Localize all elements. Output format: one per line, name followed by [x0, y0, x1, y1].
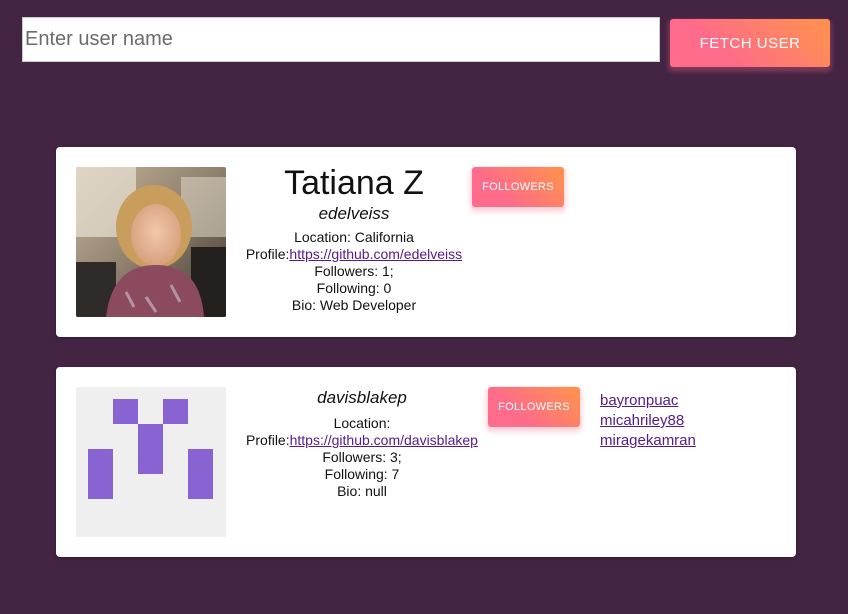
user-card: davisblakep Location: Profile:https://gi… [56, 367, 796, 557]
user-details: Location: Profile:https://github.com/dav… [226, 415, 498, 500]
fetch-user-button[interactable]: FETCH USER [670, 19, 830, 67]
user-followers-count: Followers: 3; [322, 449, 402, 465]
user-login: edelveiss [318, 204, 390, 223]
user-info: davisblakep Location: Profile:https://gi… [226, 367, 498, 500]
profile-prefix: Profile: [246, 432, 290, 448]
avatar-photo-image [76, 167, 226, 317]
followers-button[interactable]: FOLLOWERS [472, 167, 564, 207]
user-login: davisblakep [317, 388, 407, 407]
user-location: Location: [333, 415, 391, 431]
user-bio: Bio: null [337, 483, 387, 499]
user-location: Location: California [294, 229, 414, 245]
user-bio: Bio: Web Developer [291, 297, 417, 313]
list-item: miragekamran [600, 431, 696, 451]
follower-link[interactable]: bayronpuac [600, 392, 678, 409]
user-following-count: Following: 0 [316, 280, 392, 296]
user-followers-count: Followers: 1; [314, 263, 394, 279]
search-input[interactable] [22, 17, 660, 62]
user-profile: Profile:https://github.com/davisblakep [226, 432, 498, 449]
avatar-photo [76, 167, 226, 317]
profile-prefix: Profile: [245, 246, 290, 262]
user-profile: Profile:https://github.com/edelveiss [226, 246, 482, 263]
follower-link[interactable]: micahriley88 [600, 412, 684, 429]
user-info: Tatiana Z edelveiss Location: California… [226, 147, 482, 314]
followers-button[interactable]: FOLLOWERS [488, 387, 580, 427]
profile-link[interactable]: https://github.com/edelveiss [289, 246, 462, 262]
list-item: bayronpuac [600, 391, 696, 411]
identicon-image [76, 387, 226, 537]
follower-link[interactable]: miragekamran [600, 432, 696, 449]
avatar-identicon [76, 387, 226, 537]
list-item: micahriley88 [600, 411, 696, 431]
user-following-count: Following: 7 [324, 466, 400, 482]
user-details: Location: California Profile:https://git… [226, 229, 482, 314]
user-card: Tatiana Z edelveiss Location: California… [56, 147, 796, 337]
follower-list: bayronpuac micahriley88 miragekamran [600, 391, 696, 451]
profile-link[interactable]: https://github.com/davisblakep [290, 432, 478, 448]
user-name: Tatiana Z [284, 164, 424, 202]
